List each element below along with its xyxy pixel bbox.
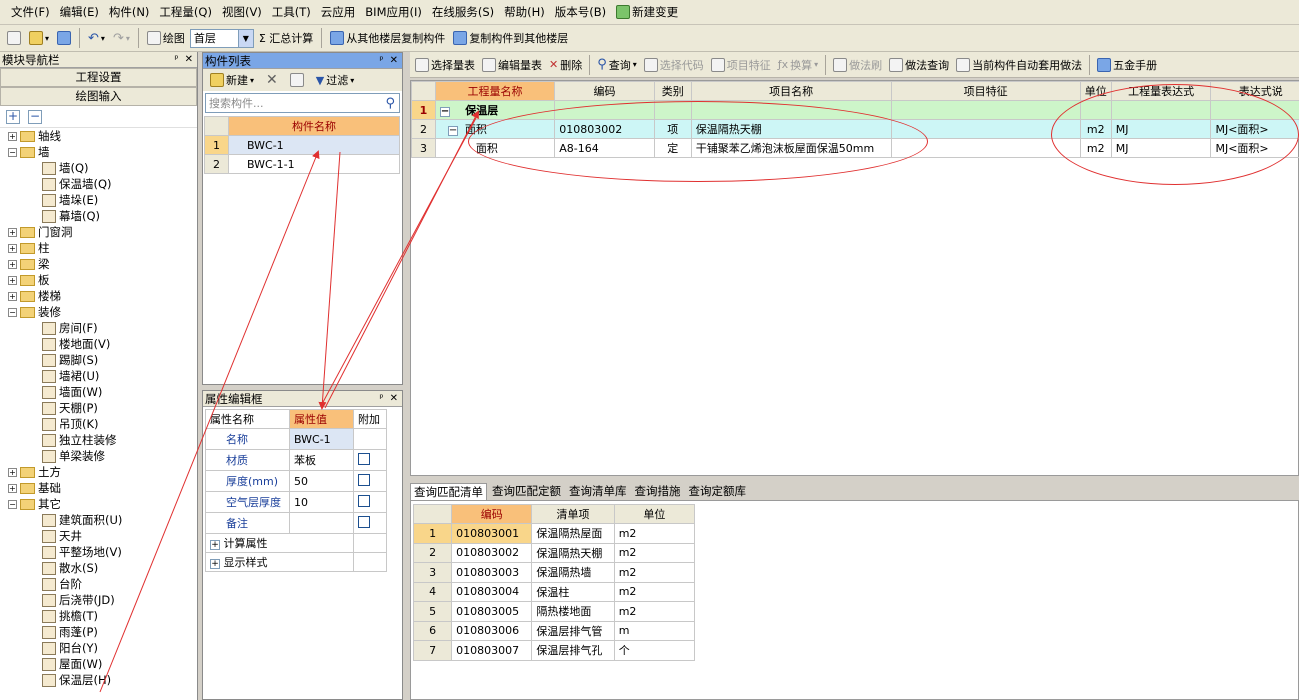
arrow-line	[318, 151, 341, 410]
arrow-line	[99, 150, 320, 693]
annotation-arrows	[99, 110, 479, 693]
arrow-line	[321, 117, 477, 405]
